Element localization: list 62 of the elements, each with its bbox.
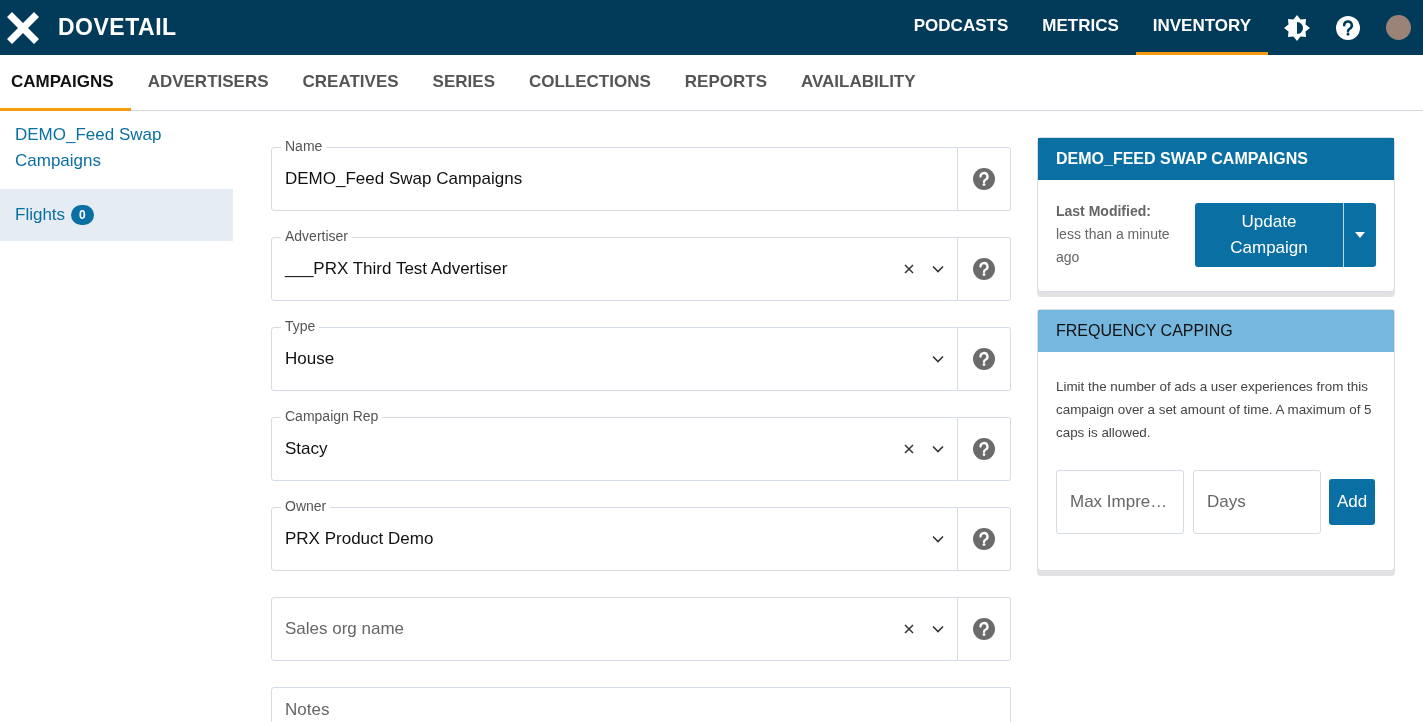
select-field[interactable]: Campaign Rep Stacy — [271, 408, 958, 481]
chevron-down-icon[interactable] — [932, 355, 944, 363]
field-label: Campaign Rep — [281, 408, 383, 424]
tab[interactable]: CAMPAIGNS — [0, 55, 131, 111]
add-button[interactable]: Add — [1329, 479, 1376, 525]
logo-text: DOVETAIL — [58, 14, 177, 41]
number-field[interactable]: Max Impre… — [1056, 470, 1184, 534]
sidebar-item[interactable]: Flights 0 — [0, 189, 233, 241]
modified-value: less than a minute ago — [1056, 226, 1170, 265]
card-title: DEMO_FEED SWAP CAMPAIGNS — [1038, 138, 1394, 180]
tab[interactable]: REPORTS — [673, 55, 784, 111]
help-icon[interactable] — [973, 528, 995, 550]
help-icon[interactable] — [973, 618, 995, 640]
caret-icon[interactable] — [1355, 231, 1365, 238]
select-field[interactable]: Owner PRX Product Demo — [271, 498, 958, 571]
nav-link[interactable]: METRICS — [1025, 0, 1136, 55]
chevron-down-icon[interactable] — [932, 445, 944, 453]
nav-link[interactable]: INVENTORY — [1135, 0, 1268, 55]
card-title: FREQUENCY CAPPING — [1038, 310, 1394, 352]
tab[interactable]: SERIES — [421, 55, 512, 111]
tab[interactable]: COLLECTIONS — [517, 55, 668, 111]
chevron-down-icon[interactable] — [932, 625, 944, 633]
clear-icon[interactable] — [904, 444, 914, 454]
select-field[interactable]: Sales org name — [271, 588, 958, 661]
chevron-down-icon[interactable] — [932, 265, 944, 273]
update-button-group[interactable]: Update Campaign — [1195, 202, 1376, 267]
field-placeholder: Sales org name — [285, 619, 406, 639]
select-field[interactable]: Advertiser ___PRX Third Test Advertiser — [271, 228, 958, 301]
clear-icon[interactable] — [904, 624, 914, 634]
field-label: Owner — [281, 498, 331, 514]
update-campaign-button[interactable]: Update Campaign — [1195, 202, 1343, 267]
avatar[interactable] — [1386, 15, 1411, 40]
count-badge: 0 — [71, 205, 94, 225]
field-placeholder: Notes — [285, 700, 331, 720]
field-label: Name — [281, 138, 327, 154]
field-label: Type — [281, 318, 320, 334]
field-label: Advertiser — [281, 228, 353, 244]
help-icon[interactable] — [973, 258, 995, 280]
nav-link[interactable]: PODCASTS — [896, 0, 1026, 55]
select-field[interactable]: Type House — [271, 318, 958, 391]
text-field[interactable]: Name DEMO_Feed Swap Campaigns — [271, 138, 958, 211]
brightness-icon[interactable] — [1284, 14, 1310, 41]
field-value: House — [285, 349, 336, 369]
number-field[interactable]: Days — [1193, 470, 1321, 534]
field-value: DEMO_Feed Swap Campaigns — [285, 169, 524, 189]
help-icon[interactable] — [973, 168, 995, 190]
tab[interactable]: CREATIVES — [291, 55, 416, 111]
chevron-down-icon[interactable] — [932, 535, 944, 543]
field-value: PRX Product Demo — [285, 529, 435, 549]
help-icon[interactable] — [1336, 15, 1360, 40]
tab[interactable]: AVAILABILITY — [790, 55, 933, 111]
modified-label: Last Modified: — [1056, 202, 1152, 221]
field-value: ___PRX Third Test Advertiser — [285, 259, 509, 279]
tab[interactable]: ADVERTISERS — [136, 55, 286, 111]
description-text: Limit the number of ads a user experiences from this campaign over a set amount of time. A maximum of 5 caps is allowed. — [1055, 378, 1373, 442]
field-value: Stacy — [285, 439, 329, 459]
x-logo-icon — [6, 10, 40, 45]
clear-icon[interactable] — [904, 264, 914, 274]
campaign-link[interactable]: DEMO_Feed Swap Campaigns — [0, 122, 233, 174]
help-icon[interactable] — [973, 438, 995, 460]
item-label: Flights — [15, 205, 66, 225]
help-icon[interactable] — [973, 348, 995, 370]
